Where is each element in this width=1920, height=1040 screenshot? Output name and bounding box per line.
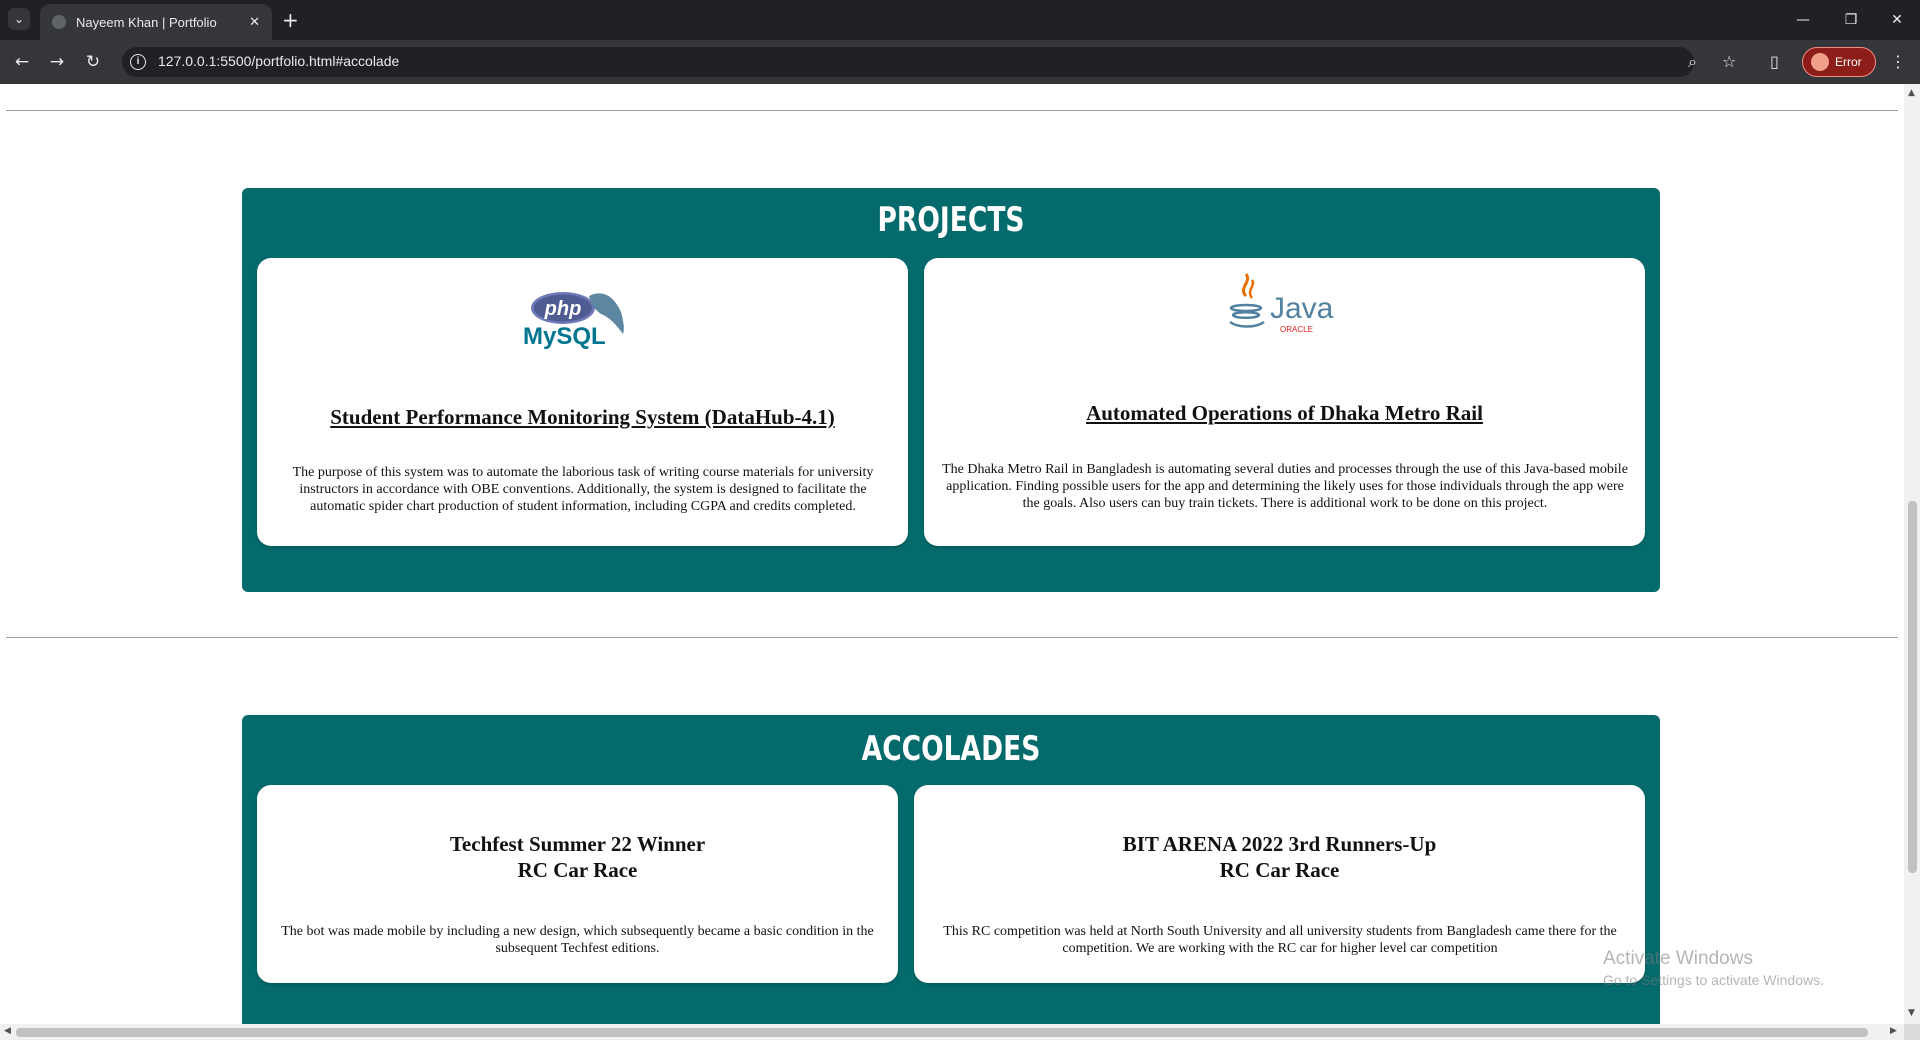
- side-panel-icon[interactable]: ▯: [1770, 52, 1779, 71]
- accolade-title-line1: BIT ARENA 2022 3rd Runners-Up: [1122, 832, 1437, 856]
- scroll-down-icon[interactable]: ▼: [1908, 1008, 1915, 1018]
- project-description: The purpose of this system was to automa…: [292, 465, 874, 514]
- project-title[interactable]: Automated Operations of Dhaka Metro Rail: [924, 401, 1645, 426]
- accolade-description: This RC competition was held at North So…: [943, 924, 1617, 956]
- profile-error-button[interactable]: Error: [1802, 47, 1876, 77]
- accolade-card: BIT ARENA 2022 3rd Runners-Up RC Car Rac…: [914, 785, 1645, 983]
- back-icon[interactable]: ←: [10, 50, 34, 74]
- accolade-title: Techfest Summer 22 Winner RC Car Race: [257, 831, 898, 883]
- page-viewport: PROJECTS php MySQL Student Performance M…: [0, 84, 1904, 1024]
- windows-activation-watermark: Activate Windows Go to Settings to activ…: [1603, 948, 1824, 988]
- scroll-left-icon[interactable]: ◀: [4, 1026, 11, 1036]
- avatar: [1811, 53, 1829, 71]
- java-oracle-logo-icon: Java ORACLE: [1229, 273, 1334, 334]
- divider: [6, 110, 1898, 111]
- project-title[interactable]: Student Performance Monitoring System (D…: [257, 405, 908, 430]
- restore-window-icon[interactable]: ❐: [1828, 0, 1874, 40]
- minimize-window-icon[interactable]: —: [1780, 0, 1826, 40]
- vertical-scrollbar[interactable]: ▲ ▼: [1904, 84, 1920, 1024]
- browser-title-bar: ⌄ Nayeem Khan | Portfolio ✕ + — ❐ ✕: [0, 0, 1920, 40]
- horizontal-scroll-thumb[interactable]: [16, 1028, 1868, 1037]
- php-logo-text: php: [544, 298, 582, 320]
- browser-tab[interactable]: Nayeem Khan | Portfolio ✕: [40, 4, 272, 40]
- divider: [6, 637, 1898, 638]
- accolade-card: Techfest Summer 22 Winner RC Car Race Th…: [257, 785, 898, 983]
- accolade-title: BIT ARENA 2022 3rd Runners-Up RC Car Rac…: [914, 831, 1645, 883]
- address-bar[interactable]: i 127.0.0.1:5500/portfolio.html#accolade: [122, 47, 1694, 77]
- tab-title: Nayeem Khan | Portfolio: [76, 14, 217, 30]
- tab-list-icon[interactable]: ⌄: [8, 8, 30, 30]
- accolades-heading: ACCOLADES: [861, 729, 1041, 769]
- address-bar-url[interactable]: 127.0.0.1:5500/portfolio.html#accolade: [158, 53, 399, 69]
- project-description: The Dhaka Metro Rail in Bangladesh is au…: [942, 462, 1628, 511]
- projects-heading: PROJECTS: [877, 200, 1025, 240]
- new-tab-icon[interactable]: +: [282, 9, 299, 31]
- accolade-title-line2: RC Car Race: [517, 858, 638, 882]
- vertical-scroll-thumb[interactable]: [1908, 501, 1917, 873]
- tab-close-icon[interactable]: ✕: [249, 15, 260, 30]
- accolade-title-line2: RC Car Race: [1219, 858, 1340, 882]
- oracle-logo-text: ORACLE: [1280, 325, 1313, 334]
- tab-favicon-icon: [52, 15, 66, 29]
- reload-icon[interactable]: ↻: [81, 50, 105, 74]
- project-card: php MySQL Student Performance Monitoring…: [257, 258, 908, 546]
- projects-section: PROJECTS php MySQL Student Performance M…: [242, 188, 1660, 592]
- php-mysql-logo-icon: php MySQL: [523, 292, 624, 350]
- accolade-description: The bot was made mobile by including a n…: [281, 924, 874, 956]
- profile-error-label: Error: [1835, 55, 1862, 69]
- watermark-line2: Go to Settings to activate Windows.: [1603, 972, 1824, 988]
- java-logo-text: Java: [1270, 292, 1334, 325]
- close-window-icon[interactable]: ✕: [1874, 0, 1920, 40]
- mysql-logo-text: MySQL: [523, 323, 606, 350]
- browser-menu-icon[interactable]: ⋮: [1890, 52, 1906, 71]
- horizontal-scrollbar[interactable]: ◀ ▶: [0, 1024, 1904, 1040]
- scroll-up-icon[interactable]: ▲: [1908, 88, 1915, 98]
- watermark-line1: Activate Windows: [1603, 948, 1753, 969]
- project-card: Java ORACLE Automated Operations of Dhak…: [924, 258, 1645, 546]
- forward-icon[interactable]: →: [45, 50, 69, 74]
- bookmark-star-icon[interactable]: ☆: [1722, 52, 1736, 71]
- accolades-section: ACCOLADES Techfest Summer 22 Winner RC C…: [242, 715, 1660, 1024]
- site-info-icon[interactable]: i: [130, 54, 146, 70]
- accolade-title-line1: Techfest Summer 22 Winner: [449, 832, 706, 856]
- scroll-right-icon[interactable]: ▶: [1890, 1026, 1897, 1036]
- scrollbar-corner: [1904, 1024, 1920, 1040]
- zoom-icon[interactable]: ⌕: [1688, 52, 1697, 72]
